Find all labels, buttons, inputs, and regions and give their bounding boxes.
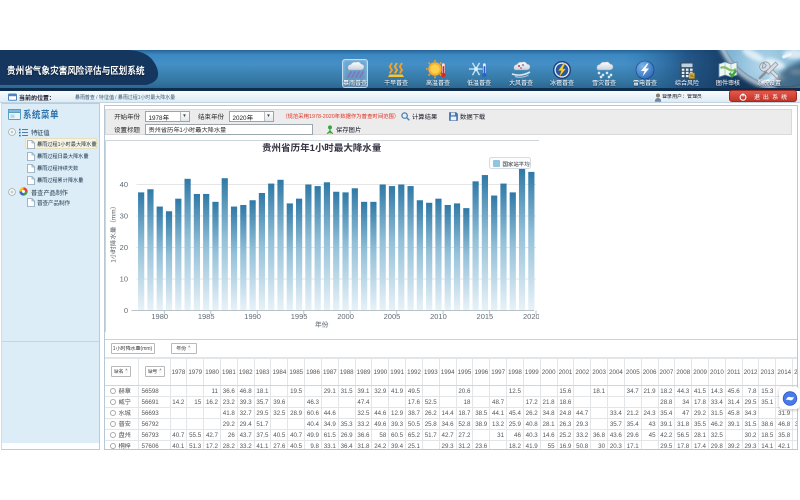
svg-text:0: 0: [124, 305, 128, 316]
svg-text:40: 40: [120, 179, 128, 190]
svg-text:20: 20: [120, 242, 128, 253]
svg-text:30: 30: [120, 210, 128, 221]
svg-text:国家站平均: 国家站平均: [503, 159, 531, 167]
svg-text:10: 10: [120, 273, 128, 284]
